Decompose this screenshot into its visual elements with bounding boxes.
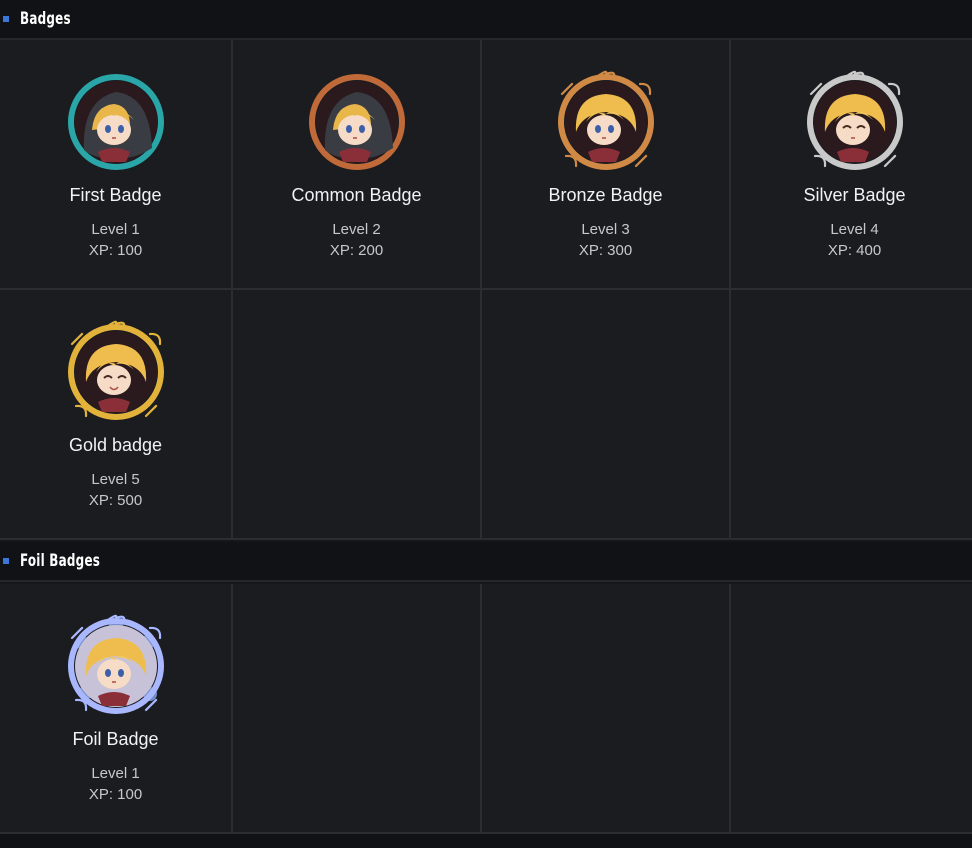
square-bullet-icon — [3, 558, 9, 564]
badge-name: Gold badge — [68, 435, 163, 455]
badge-xp: XP: 500 — [88, 492, 143, 509]
badge-grid: First Badge Level 1 XP: 100 Common Badge… — [0, 40, 972, 540]
empty-badge-slot — [482, 290, 729, 538]
section-title: Foil Badges — [20, 551, 101, 571]
badge-card[interactable]: Bronze Badge Level 3 XP: 300 — [482, 40, 729, 288]
badge-card[interactable]: Foil Badge Level 1 XP: 100 — [0, 584, 231, 832]
section-header-foil-badges: Foil Badges — [0, 542, 972, 582]
empty-badge-slot — [731, 584, 972, 832]
footer-strip — [0, 834, 972, 848]
badge-name: Silver Badge — [803, 185, 906, 205]
square-bullet-icon — [3, 16, 9, 22]
character-badge-icon — [557, 70, 654, 170]
badge-level: Level 4 — [830, 221, 879, 238]
badge-level: Level 1 — [91, 765, 140, 782]
character-badge-icon — [67, 614, 164, 714]
badge-level: Level 1 — [91, 221, 140, 238]
badge-xp: XP: 100 — [88, 786, 143, 803]
badge-level: Level 3 — [581, 221, 630, 238]
character-badge-icon — [67, 320, 164, 420]
empty-badge-slot — [731, 290, 972, 538]
empty-badge-slot — [482, 584, 729, 832]
empty-badge-slot — [233, 290, 480, 538]
character-badge-icon — [67, 74, 164, 170]
badge-name: Common Badge — [291, 185, 422, 205]
section-title: Badges — [20, 9, 71, 29]
badge-xp: XP: 100 — [88, 242, 143, 259]
badge-card[interactable]: Gold badge Level 5 XP: 500 — [0, 290, 231, 538]
section-header-badges: Badges — [0, 0, 972, 40]
badge-card[interactable]: Silver Badge Level 4 XP: 400 — [731, 40, 972, 288]
badge-xp: XP: 400 — [827, 242, 882, 259]
character-badge-icon — [308, 74, 405, 170]
badge-level: Level 2 — [332, 221, 381, 238]
badge-name: Bronze Badge — [548, 185, 663, 205]
foil-badge-grid: Foil Badge Level 1 XP: 100 — [0, 584, 972, 834]
badge-xp: XP: 300 — [578, 242, 633, 259]
badge-xp: XP: 200 — [329, 242, 384, 259]
empty-badge-slot — [233, 584, 480, 832]
badge-card[interactable]: First Badge Level 1 XP: 100 — [0, 40, 231, 288]
badge-level: Level 5 — [91, 471, 140, 488]
badge-name: Foil Badge — [72, 729, 159, 749]
character-badge-icon — [806, 70, 903, 170]
badge-card[interactable]: Common Badge Level 2 XP: 200 — [233, 40, 480, 288]
badge-name: First Badge — [69, 185, 162, 205]
